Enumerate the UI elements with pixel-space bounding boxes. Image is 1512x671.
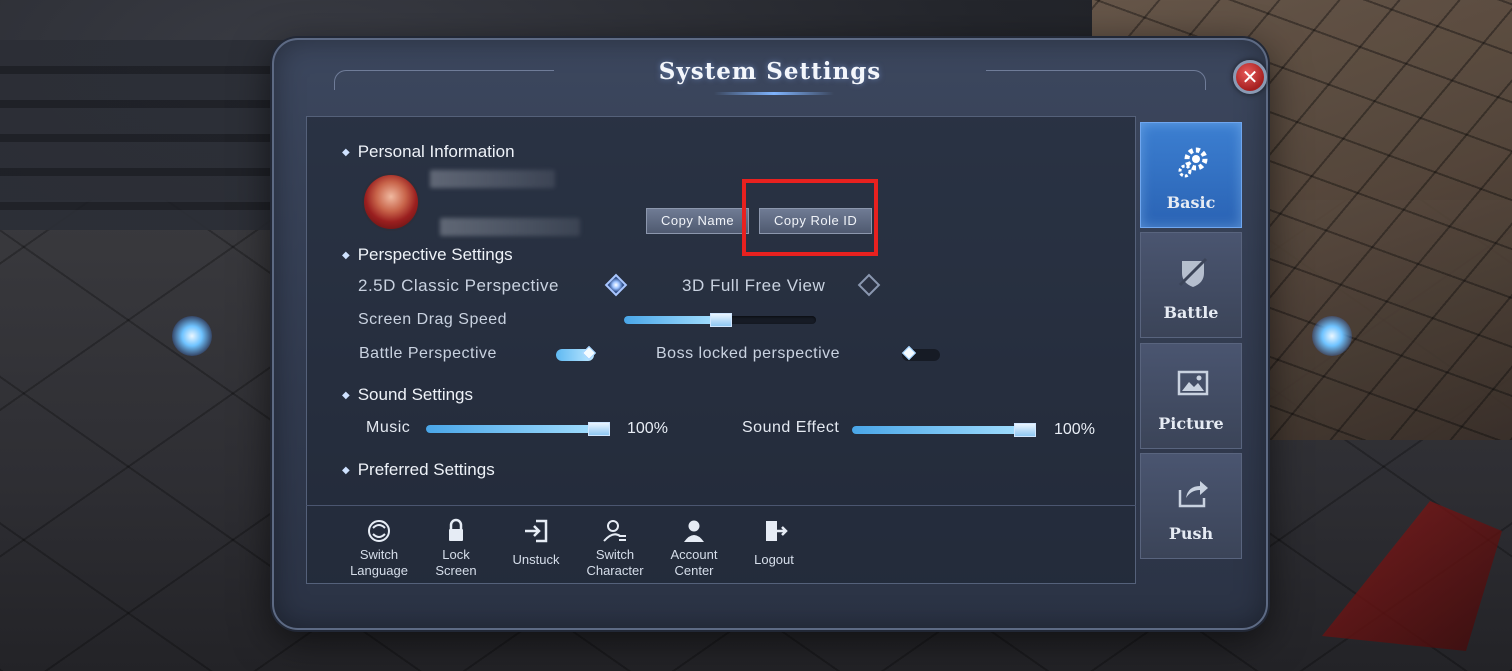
tab-push[interactable]: Push xyxy=(1140,453,1242,559)
battle-perspective-toggle[interactable] xyxy=(556,345,597,361)
section-sound-settings: ◆ Sound Settings xyxy=(342,385,474,404)
section-preferred-settings: ◆ Preferred Settings xyxy=(342,460,495,479)
switch-language-button[interactable]: Switch Language xyxy=(341,518,417,579)
role-id-redacted xyxy=(440,218,580,236)
copy-name-button[interactable]: Copy Name xyxy=(646,208,750,234)
bullet-icon: ◆ xyxy=(342,147,350,158)
music-value: 100% xyxy=(627,420,668,437)
drag-speed-fill xyxy=(624,316,720,324)
bullet-icon: ◆ xyxy=(342,465,350,476)
switch-character-button[interactable]: Switch Character xyxy=(577,518,653,579)
right-orb-ornament xyxy=(1312,316,1352,356)
sound-effect-slider[interactable] xyxy=(852,423,1036,437)
music-label: Music xyxy=(366,419,411,436)
switch-character-icon xyxy=(601,518,629,544)
tab-battle[interactable]: Battle xyxy=(1140,232,1242,338)
bullet-icon: ◆ xyxy=(342,390,350,401)
close-button[interactable]: ✕ xyxy=(1233,60,1267,94)
push-icon xyxy=(1176,476,1210,510)
sound-effect-handle[interactable] xyxy=(1014,423,1036,437)
tab-picture[interactable]: Picture xyxy=(1140,343,1242,449)
drag-speed-label: Screen Drag Speed xyxy=(358,311,508,328)
sound-effect-label: Sound Effect xyxy=(742,419,840,436)
logout-button[interactable]: Logout xyxy=(736,518,812,568)
account-icon xyxy=(680,518,708,544)
battle-icon xyxy=(1176,255,1210,289)
divider xyxy=(306,505,1136,506)
highlight-annotation xyxy=(742,179,878,256)
logout-icon xyxy=(760,518,788,544)
gear-icon xyxy=(1176,145,1210,179)
background-stairs xyxy=(0,40,300,230)
sound-effect-value: 100% xyxy=(1054,421,1095,438)
drag-speed-handle[interactable] xyxy=(710,313,732,327)
avatar xyxy=(362,173,420,231)
drag-speed-slider[interactable] xyxy=(624,313,816,327)
bullet-icon: ◆ xyxy=(342,250,350,261)
lock-screen-button[interactable]: Lock Screen xyxy=(418,518,494,579)
section-personal-information: ◆ Personal Information xyxy=(342,142,515,161)
left-orb-ornament xyxy=(172,316,212,356)
page-title: System Settings xyxy=(658,58,882,85)
free-view-label: 3D Full Free View xyxy=(682,276,826,295)
battle-perspective-label: Battle Perspective xyxy=(359,345,497,362)
music-handle[interactable] xyxy=(588,422,610,436)
tab-basic[interactable]: Basic xyxy=(1140,122,1242,228)
unstuck-icon xyxy=(522,518,550,544)
close-icon: ✕ xyxy=(1241,66,1259,89)
picture-icon xyxy=(1176,366,1210,400)
boss-perspective-label: Boss locked perspective xyxy=(656,345,841,362)
account-center-button[interactable]: Account Center xyxy=(656,518,732,579)
player-name-redacted xyxy=(430,170,555,188)
music-slider[interactable] xyxy=(426,422,610,436)
classic-perspective-label: 2.5D Classic Perspective xyxy=(358,276,559,295)
lock-icon xyxy=(442,518,470,544)
music-fill xyxy=(426,425,610,433)
section-perspective-settings: ◆ Perspective Settings xyxy=(342,245,513,264)
unstuck-button[interactable]: Unstuck xyxy=(498,518,574,568)
boss-perspective-toggle[interactable] xyxy=(901,345,940,361)
switch-language-icon xyxy=(365,518,393,544)
title-glow xyxy=(714,92,834,95)
sound-effect-fill xyxy=(852,426,1036,434)
